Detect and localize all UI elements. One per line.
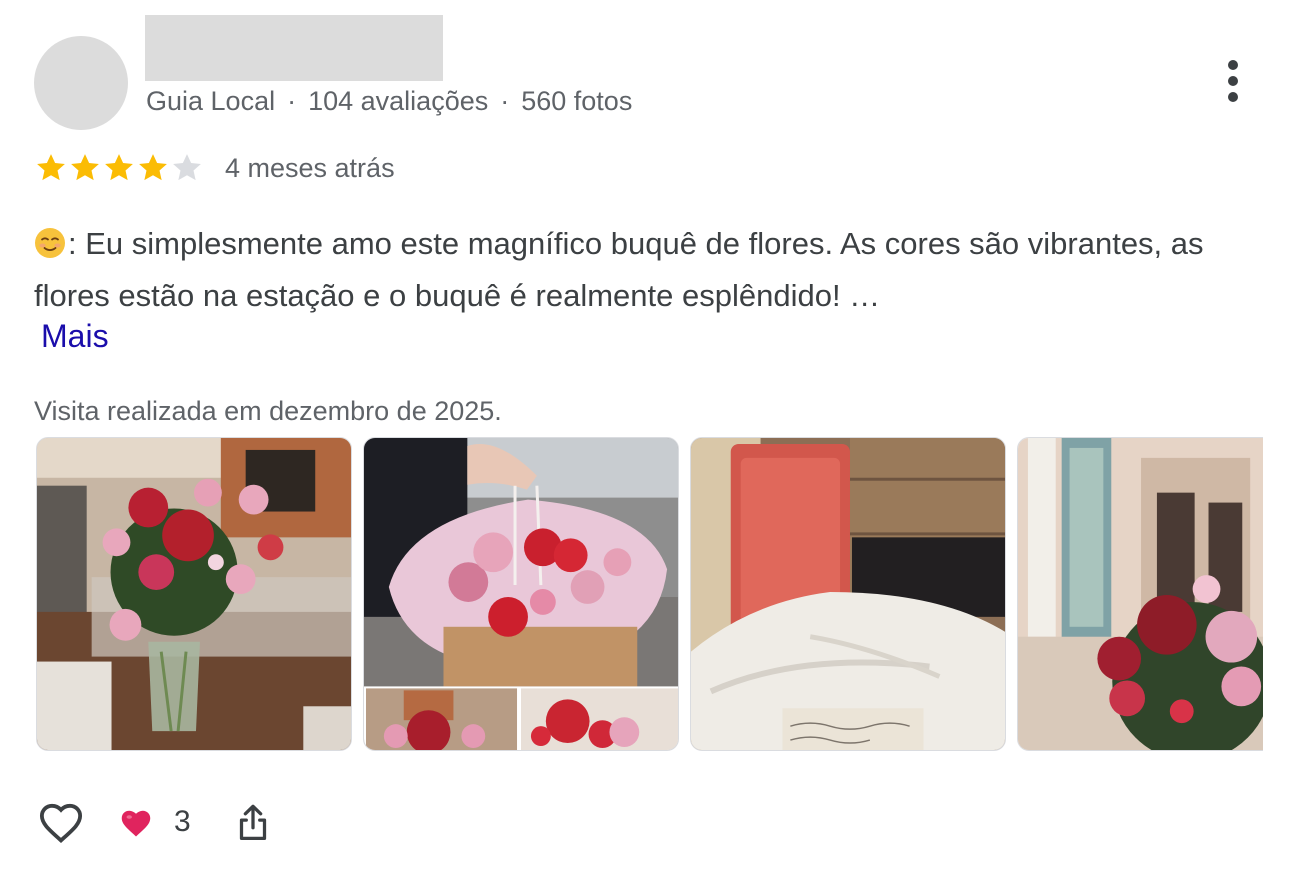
review-photo[interactable]	[1017, 437, 1263, 751]
share-button[interactable]	[230, 797, 276, 849]
share-icon	[239, 804, 267, 840]
heart-outline-icon	[39, 803, 83, 844]
photo-count: 560 fotos	[521, 86, 633, 116]
more-vert-icon	[1228, 60, 1238, 70]
review-photo[interactable]	[36, 437, 352, 751]
reaction-summary[interactable]	[118, 805, 154, 841]
star-rating	[34, 150, 204, 186]
review-time: 4 meses atrás	[225, 153, 395, 183]
more-link[interactable]: Mais	[41, 318, 109, 355]
photo-strip	[36, 437, 1263, 753]
review-count: 104 avaliações	[308, 86, 489, 116]
reviewer-avatar[interactable]	[34, 36, 128, 130]
review-body: : Eu simplesmente amo este magnífico buq…	[34, 226, 1204, 313]
like-button[interactable]	[34, 795, 88, 849]
review-photo[interactable]	[690, 437, 1006, 751]
smiling-face-emoji	[35, 228, 65, 258]
review-photo-collage[interactable]	[363, 437, 679, 751]
reaction-count: 3	[174, 805, 191, 838]
reviewer-name-redacted[interactable]	[145, 15, 443, 81]
meta-separator: ·	[287, 86, 297, 116]
star-icon	[105, 154, 133, 181]
star-icon	[173, 154, 201, 181]
more-options-button[interactable]	[1218, 58, 1248, 104]
meta-separator: ·	[500, 86, 510, 116]
visit-date: Visita realizada em dezembro de 2025.	[34, 396, 502, 426]
star-icon	[139, 154, 167, 181]
reviewer-meta: Guia Local · 104 avaliações · 560 fotos	[146, 86, 632, 117]
star-icon	[37, 154, 65, 181]
local-guide-badge: Guia Local	[146, 86, 276, 116]
red-heart-emoji	[121, 810, 151, 837]
review-text: : Eu simplesmente amo este magnífico buq…	[34, 218, 1244, 322]
star-icon	[71, 154, 99, 181]
